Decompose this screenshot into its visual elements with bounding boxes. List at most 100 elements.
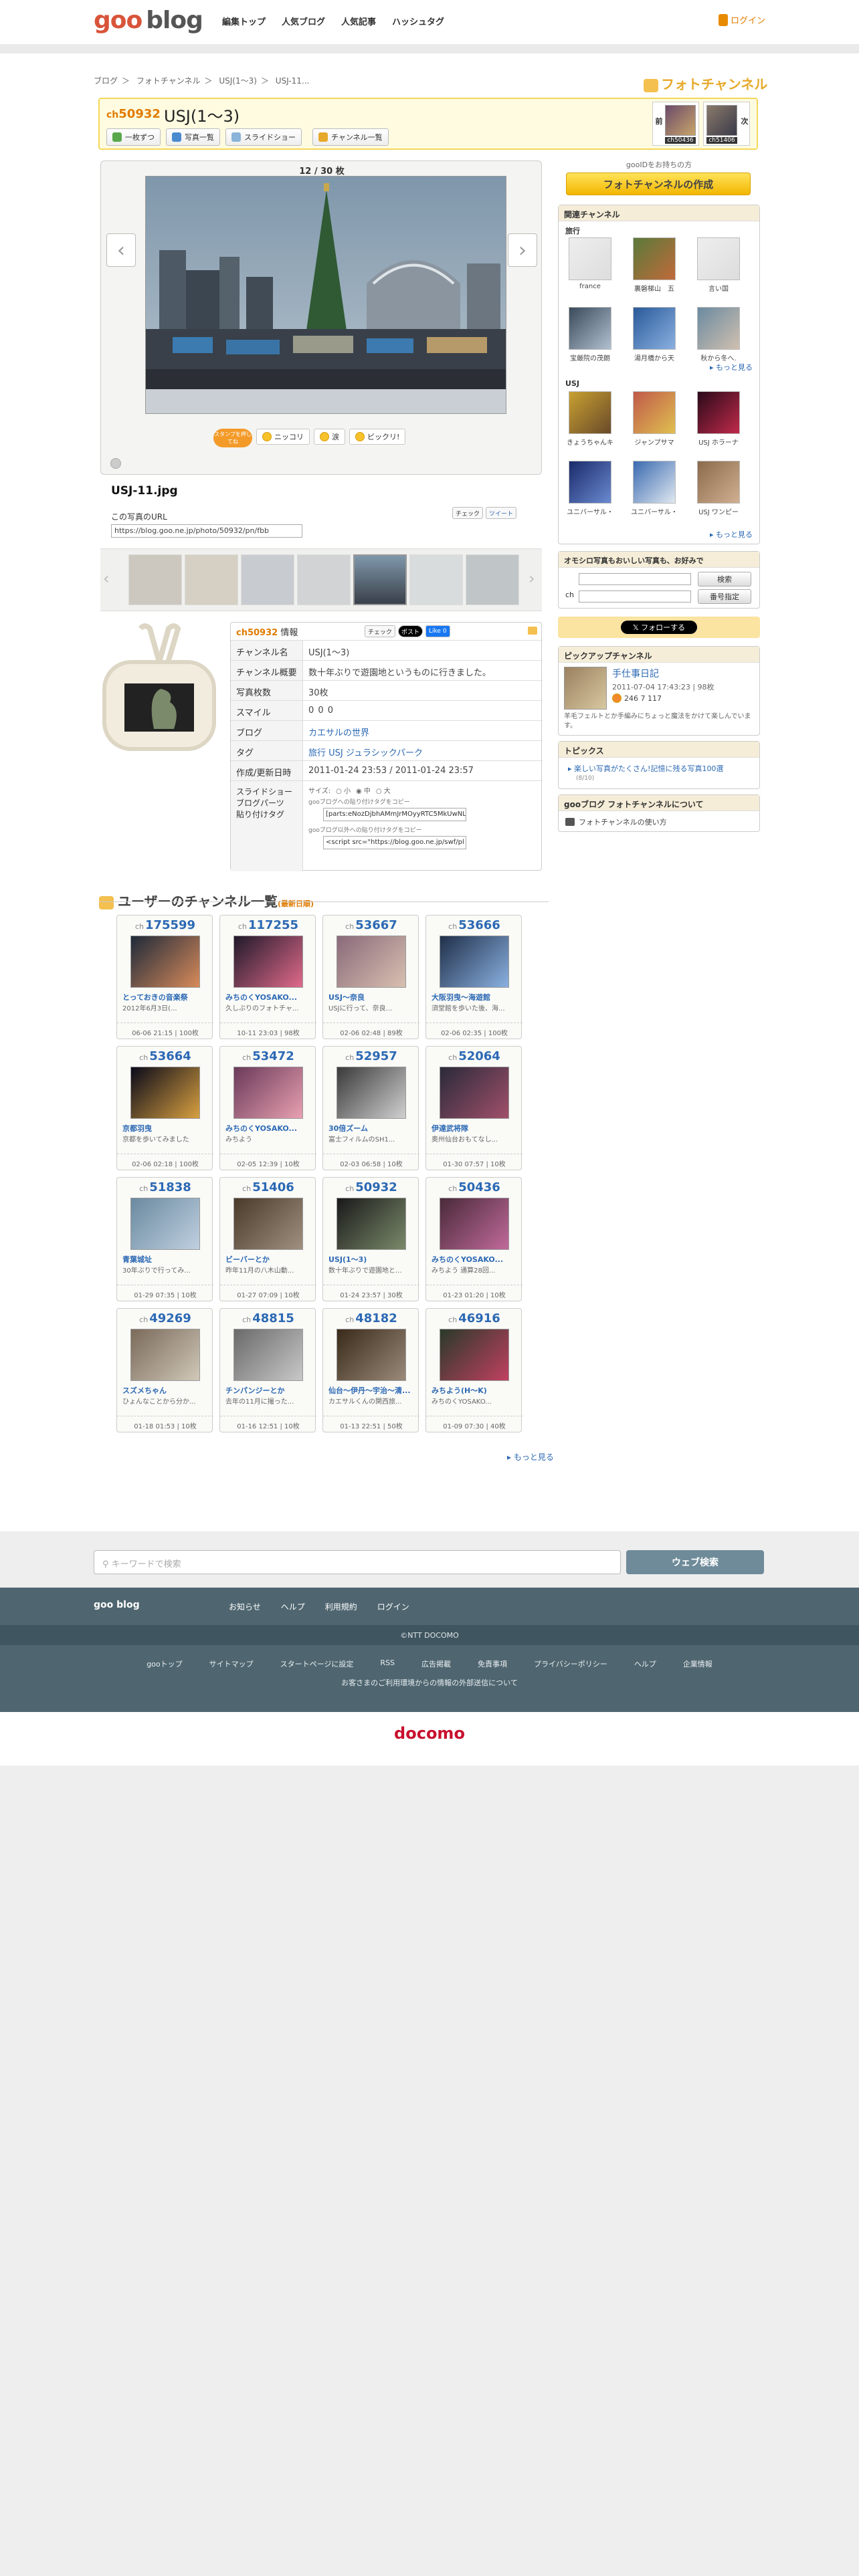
check-button[interactable]: チェック: [452, 507, 484, 519]
card-thumbnail[interactable]: [233, 1198, 303, 1250]
chevron-right-icon[interactable]: ›: [529, 569, 535, 588]
size-large-radio[interactable]: ○ 大: [376, 785, 391, 795]
channel-card[interactable]: ch 53666 大阪羽曳〜海遊館 須堂館を歩いた後、海... 02-06 02:35 …: [425, 915, 522, 1039]
next-channel[interactable]: 次 ch51406: [703, 102, 750, 146]
follow-button[interactable]: 𝕏 フォローする: [621, 621, 697, 634]
footer-link[interactable]: プライバシーポリシー: [534, 1658, 607, 1669]
related-channel-item[interactable]: 秋から冬へ.: [695, 307, 742, 362]
channel-card[interactable]: ch 53667 USJ〜奈良 USJに行って、奈良... 02-06 02:48 | …: [322, 915, 419, 1039]
card-title[interactable]: みちのくYOSAKO...: [432, 1254, 518, 1265]
card-thumbnail[interactable]: [130, 1198, 200, 1250]
pickup-channel-title[interactable]: 手仕事日記: [612, 667, 659, 680]
card-title[interactable]: USJ(1〜3): [328, 1254, 415, 1265]
channel-card[interactable]: ch 53664 京都羽曳 京都を歩いてみました 02-06 02:18 | 100枚: [116, 1046, 213, 1170]
nav-popular-blog[interactable]: 人気ブログ: [282, 15, 325, 27]
one-by-one-button[interactable]: 一枚ずつ: [106, 128, 161, 146]
card-thumbnail[interactable]: [440, 1067, 509, 1119]
card-thumbnail[interactable]: [337, 1067, 406, 1119]
goo-blog-logo[interactable]: goo blog: [94, 7, 203, 34]
channel-number-input[interactable]: [579, 591, 691, 603]
create-channel-button[interactable]: フォトチャンネルの作成: [566, 173, 751, 195]
keyword-input[interactable]: [579, 573, 691, 585]
card-title[interactable]: みちよう(H〜K): [432, 1385, 518, 1396]
usj-more[interactable]: ▸ もっと見る: [710, 529, 753, 540]
thumbnail[interactable]: [409, 554, 463, 605]
post-button[interactable]: ポスト: [398, 625, 423, 637]
footer-link[interactable]: gooトップ: [147, 1658, 182, 1669]
card-thumbnail[interactable]: [440, 1198, 509, 1250]
docomo-logo[interactable]: docomo: [0, 1724, 859, 1743]
card-thumbnail[interactable]: [337, 1198, 406, 1250]
next-photo-button[interactable]: ›: [508, 233, 537, 267]
prev-channel[interactable]: 前 ch50436: [652, 102, 699, 146]
channel-card[interactable]: ch 50932 USJ(1〜3) 数十年ぶりで遊園地と... 01-24 23:57 …: [322, 1177, 419, 1301]
pickup-thumb[interactable]: [564, 667, 607, 710]
check-button[interactable]: チェック: [365, 625, 396, 637]
search-button[interactable]: 検索: [698, 572, 751, 586]
card-title[interactable]: 青葉城址: [122, 1254, 209, 1265]
smile-button[interactable]: ニッコリ: [256, 429, 310, 445]
nav-popular-articles[interactable]: 人気記事: [341, 15, 376, 27]
footer-brand[interactable]: goo blog: [94, 1600, 140, 1610]
thumbnail[interactable]: [128, 554, 182, 605]
footer-notice[interactable]: お客さまのご利用環境からの情報の外部送信について: [0, 1677, 859, 1688]
related-channel-item[interactable]: 裏磐梯山 五: [631, 237, 678, 293]
travel-more[interactable]: ▸ もっと見る: [710, 362, 753, 372]
card-thumbnail[interactable]: [130, 936, 200, 988]
card-title[interactable]: みちのくYOSAKO...: [225, 992, 312, 1002]
related-channel-item[interactable]: USJ ワンピー: [695, 461, 742, 516]
card-thumbnail[interactable]: [233, 936, 303, 988]
tweet-button[interactable]: ツイート: [486, 507, 517, 519]
topic-link[interactable]: ▸ 楽しい写真がたくさん!記憶に残る写真100選: [568, 763, 755, 774]
footer-login[interactable]: ログイン: [377, 1601, 409, 1612]
nav-edit-top[interactable]: 編集トップ: [222, 15, 266, 27]
tear-button[interactable]: 涙: [314, 429, 345, 445]
channel-card[interactable]: ch 48815 チンパンジーとか 去年の11月に撮った... 01-16 12:51 …: [219, 1308, 316, 1432]
web-search-button[interactable]: ウェブ検索: [626, 1550, 764, 1574]
copy-other-label[interactable]: gooブログ以外への貼り付けタグをコピー: [308, 825, 422, 834]
footer-link[interactable]: スタートページに設定: [280, 1658, 354, 1669]
card-thumbnail[interactable]: [130, 1329, 200, 1381]
related-channel-item[interactable]: ジャンプサマ: [631, 391, 678, 447]
photochannel-logo[interactable]: フォトチャンネル: [644, 74, 767, 93]
related-channel-item[interactable]: france: [567, 237, 613, 290]
thumbnail[interactable]: [297, 554, 351, 605]
card-title[interactable]: 伊達武将隊: [432, 1123, 518, 1134]
size-medium-radio[interactable]: ◉ 中: [356, 785, 371, 795]
footer-help[interactable]: ヘルプ: [281, 1601, 305, 1612]
channel-card[interactable]: ch 175599 とっておきの音楽祭 2012年6月3日(... 06-06 21:1…: [116, 915, 213, 1039]
photo-list-button[interactable]: 写真一覧: [166, 128, 220, 146]
nav-hashtag[interactable]: ハッシュタグ: [392, 15, 444, 27]
breadcrumb-photochannel[interactable]: フォトチャンネル: [136, 76, 201, 86]
channel-card[interactable]: ch 50436 みちのくYOSAKO... みちよう 通算28回... 01-23 0…: [425, 1177, 522, 1301]
channel-card[interactable]: ch 117255 みちのくYOSAKO... 久しぶりのフォトチャ... 10-11 …: [219, 915, 316, 1039]
related-channel-item[interactable]: ユニバーサル・: [567, 461, 613, 516]
thumbnail-current[interactable]: [353, 554, 407, 605]
footer-link[interactable]: サイトマップ: [209, 1658, 254, 1669]
photo-url-field[interactable]: https://blog.goo.ne.jp/photo/50932/pn/fb…: [111, 524, 302, 538]
footer-link[interactable]: 広告掲載: [421, 1658, 451, 1669]
goo-tag-field[interactable]: [parts:eNozDjbhAMmJrMOyyRTC5MkUwNL: [323, 808, 466, 821]
other-tag-field[interactable]: <script src="https://blog.goo.ne.jp/swf/…: [323, 836, 466, 849]
channel-card[interactable]: ch 53472 みちのくYOSAKO... みちよう 02-05 12:39 | 10…: [219, 1046, 316, 1170]
channel-card[interactable]: ch 51406 ビーバーとか 昨年11月の八木山動... 01-27 07:09 | …: [219, 1177, 316, 1301]
card-title[interactable]: みちのくYOSAKO...: [225, 1123, 312, 1134]
card-thumbnail[interactable]: [130, 1067, 200, 1119]
chevron-left-icon[interactable]: ‹: [103, 569, 110, 588]
like-button[interactable]: Like 0: [425, 625, 450, 637]
related-channel-item[interactable]: きょうちゃんキ: [567, 391, 613, 447]
more-channels-link[interactable]: ▸ もっと見る: [507, 1451, 554, 1463]
card-thumbnail[interactable]: [440, 936, 509, 988]
footer-link[interactable]: 免責事項: [478, 1658, 507, 1669]
copy-goo-label[interactable]: gooブログへの貼り付けタグをコピー: [308, 797, 410, 806]
card-thumbnail[interactable]: [337, 936, 406, 988]
card-title[interactable]: 30倍ズーム: [328, 1123, 415, 1134]
breadcrumb-channel[interactable]: USJ(1〜3): [219, 76, 257, 86]
about-link[interactable]: フォトチャンネルの使い方: [565, 817, 667, 827]
footer-news[interactable]: お知らせ: [229, 1601, 261, 1612]
footer-search-input[interactable]: ⚲ キーワードで検索: [94, 1550, 621, 1574]
thumbnail[interactable]: [185, 554, 238, 605]
card-thumbnail[interactable]: [233, 1067, 303, 1119]
size-small-radio[interactable]: ○ 小: [336, 785, 351, 795]
card-title[interactable]: ビーバーとか: [225, 1254, 312, 1265]
